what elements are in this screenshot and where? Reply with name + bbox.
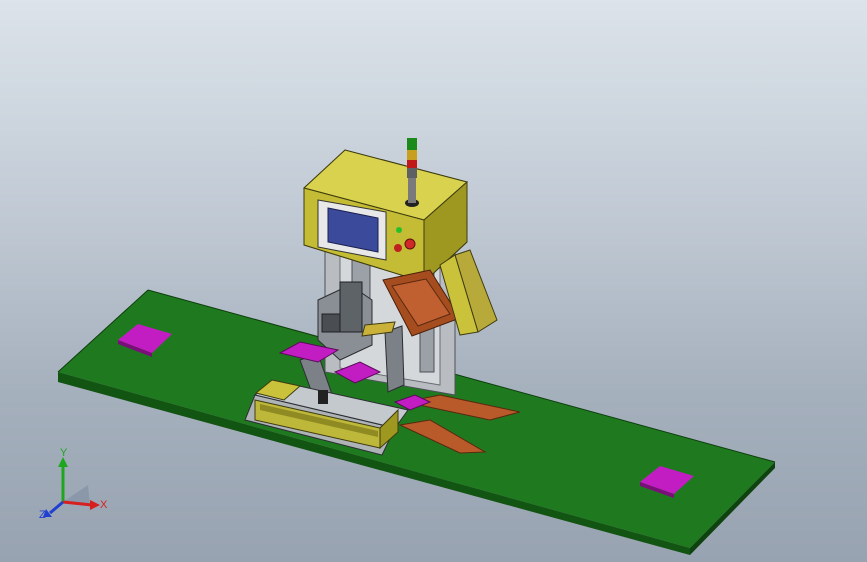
coordinate-triad: Y X Z <box>39 447 108 521</box>
z-axis-arrow <box>49 500 64 515</box>
3d-viewport[interactable]: Y X Z <box>0 0 867 562</box>
z-axis-label: Z <box>39 509 46 521</box>
green-button <box>396 227 402 233</box>
machine-model[interactable] <box>0 0 867 562</box>
red-button <box>394 244 402 252</box>
x-axis-label: X <box>100 499 108 511</box>
carriage-block <box>318 390 328 404</box>
emergency-stop-button <box>404 238 416 250</box>
y-axis-label: Y <box>60 447 68 459</box>
